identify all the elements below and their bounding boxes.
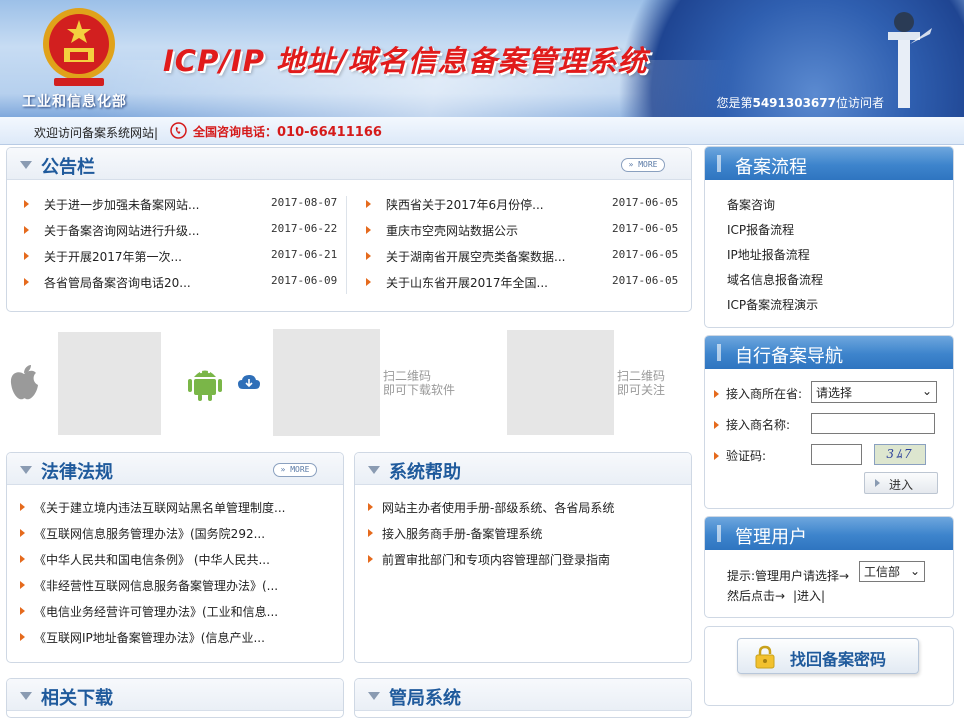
notice-more-button[interactable]: » MORE — [621, 158, 665, 172]
notice-list-right: 陕西省关于2017年6月份停... 2017-06-05 重庆市空壳网站数据公示 2… — [366, 192, 686, 296]
help-title: 系统帮助 — [389, 462, 461, 483]
enter-button[interactable]: 进入 — [864, 472, 938, 494]
admin-select[interactable]: 工信部 ⌄ — [859, 561, 925, 582]
recover-password-button[interactable]: 找回备案密码 — [737, 638, 919, 674]
law-list: 《关于建立境内违法互联网站黑名单管理制度... 《互联网信息服务管理办法》(国务… — [20, 495, 338, 651]
list-item[interactable]: 关于湖南省开展空壳类备案数据... 2017-06-05 — [366, 244, 686, 270]
follow-qr-code — [507, 330, 614, 435]
list-item[interactable]: ICP备案流程演示 — [705, 291, 953, 316]
collapse-arrow-icon — [20, 161, 32, 169]
list-item[interactable]: 关于开展2017年第一次... 2017-06-21 — [24, 244, 346, 270]
province-select[interactable]: 请选择 ⌄ — [811, 381, 937, 403]
apple-icon[interactable] — [8, 364, 40, 402]
provider-name-label: 接入商名称: — [726, 418, 791, 432]
notice-list-left: 关于进一步加强未备案网站... 2017-08-07 关于备案咨询网站进行升级..… — [24, 192, 346, 296]
column-divider — [346, 196, 347, 294]
qr-caption-follow: 扫二维码 即可关注 — [617, 369, 666, 397]
national-emblem-icon — [43, 8, 115, 86]
help-list: 网站主办者使用手册-部级系统、各省局系统 接入服务商手册-备案管理系统 前置审批… — [368, 495, 686, 573]
downloads-title: 相关下载 — [41, 688, 113, 709]
admin-hint: 提示:管理用户请选择→ — [727, 569, 850, 583]
filing-process-title: 备案流程 — [735, 157, 807, 178]
province-label: 接入商所在省: — [726, 387, 803, 401]
list-item[interactable]: 网站主办者使用手册-部级系统、各省局系统 — [368, 495, 686, 521]
filing-process-list: 备案咨询 ICP报备流程 IP地址报备流程 域名信息报备流程 ICP备案流程演示 — [705, 191, 953, 316]
law-more-button[interactable]: » MORE — [273, 463, 317, 477]
bureau-system-panel: 管局系统 — [354, 678, 692, 718]
captcha-image[interactable]: 3ﾑ7 — [874, 444, 926, 465]
collapse-arrow-icon — [368, 466, 380, 474]
admin-enter-link[interactable]: |进入| — [793, 587, 825, 604]
qr-caption-download: 扫二维码 即可下载软件 — [383, 369, 456, 397]
ministry-name: 工业和信息化部 — [22, 94, 127, 110]
list-item[interactable]: 《互联网信息服务管理办法》(国务院292... — [20, 521, 338, 547]
list-item[interactable]: 接入服务商手册-备案管理系统 — [368, 521, 686, 547]
law-panel: 法律法规 » MORE 《关于建立境内违法互联网站黑名单管理制度... 《互联网… — [6, 452, 344, 663]
captcha-label: 验证码: — [726, 449, 767, 463]
cloud-download-icon[interactable] — [237, 374, 261, 390]
welcome-text: 欢迎访问备案系统网站| — [34, 126, 159, 140]
help-panel: 系统帮助 网站主办者使用手册-部级系统、各省局系统 接入服务商手册-备案管理系统… — [354, 452, 692, 663]
notice-title: 公告栏 — [41, 157, 95, 178]
law-title: 法律法规 — [41, 462, 113, 483]
notice-board: 公告栏 » MORE 关于进一步加强未备案网站... 2017-08-07 关于备… — [6, 147, 692, 312]
list-item[interactable]: 《电信业务经营许可管理办法》(工业和信息... — [20, 599, 338, 625]
list-item[interactable]: ICP报备流程 — [705, 216, 953, 241]
admin-user-title: 管理用户 — [735, 527, 807, 548]
self-filing-nav-title: 自行备案导航 — [735, 346, 843, 367]
list-item[interactable]: IP地址报备流程 — [705, 241, 953, 266]
system-title: ICP/IP 地址/域名信息备案管理系统 — [163, 44, 648, 78]
hotline: 全国咨询电话：010-66411166 — [193, 125, 382, 140]
huabiao-pillar-icon — [888, 12, 932, 108]
list-item[interactable]: 重庆市空壳网站数据公示 2017-06-05 — [366, 218, 686, 244]
list-item[interactable]: 《非经营性互联网信息服务备案管理办法》(... — [20, 573, 338, 599]
collapse-arrow-icon — [20, 466, 32, 474]
chevron-down-icon: ⌄ — [921, 384, 932, 398]
bureau-system-title: 管局系统 — [389, 688, 461, 709]
list-item[interactable]: 关于进一步加强未备案网站... 2017-08-07 — [24, 192, 346, 218]
list-item[interactable]: 陕西省关于2017年6月份停... 2017-06-05 — [366, 192, 686, 218]
downloads-panel: 相关下载 — [6, 678, 344, 718]
lock-icon — [755, 645, 775, 669]
chevron-down-icon: ⌄ — [909, 564, 920, 578]
app-download-qr-code — [273, 329, 380, 436]
list-item[interactable]: 《互联网IP地址备案管理办法》(信息产业... — [20, 625, 338, 651]
list-item[interactable]: 前置审批部门和专项内容管理部门登录指南 — [368, 547, 686, 573]
info-bar: 欢迎访问备案系统网站| 全国咨询电话：010-66411166 — [0, 117, 964, 145]
list-item[interactable]: 各省管局备案咨询电话20... 2017-06-09 — [24, 270, 346, 296]
provider-name-input[interactable] — [811, 413, 935, 434]
admin-then-text: 然后点击→ — [727, 589, 786, 603]
list-item[interactable]: 关于山东省开展2017年全国... 2017-06-05 — [366, 270, 686, 296]
list-item[interactable]: 《关于建立境内违法互联网站黑名单管理制度... — [20, 495, 338, 521]
android-icon[interactable] — [186, 362, 224, 402]
list-item[interactable]: 备案咨询 — [705, 191, 953, 216]
list-item[interactable]: 《中华人民共和国电信条例》 (中华人民共... — [20, 547, 338, 573]
site-banner: 工业和信息化部 ICP/IP 地址/域名信息备案管理系统 您是第54913036… — [0, 0, 964, 117]
captcha-input[interactable] — [811, 444, 862, 465]
visitor-counter: 您是第5491303677位访问者 — [716, 96, 884, 110]
phone-icon — [170, 122, 187, 139]
ios-qr-code — [58, 332, 161, 435]
list-item[interactable]: 域名信息报备流程 — [705, 266, 953, 291]
filing-process-panel: 备案流程 备案咨询 ICP报备流程 IP地址报备流程 域名信息报备流程 ICP备… — [704, 146, 954, 328]
list-item[interactable]: 关于备案咨询网站进行升级... 2017-06-22 — [24, 218, 346, 244]
